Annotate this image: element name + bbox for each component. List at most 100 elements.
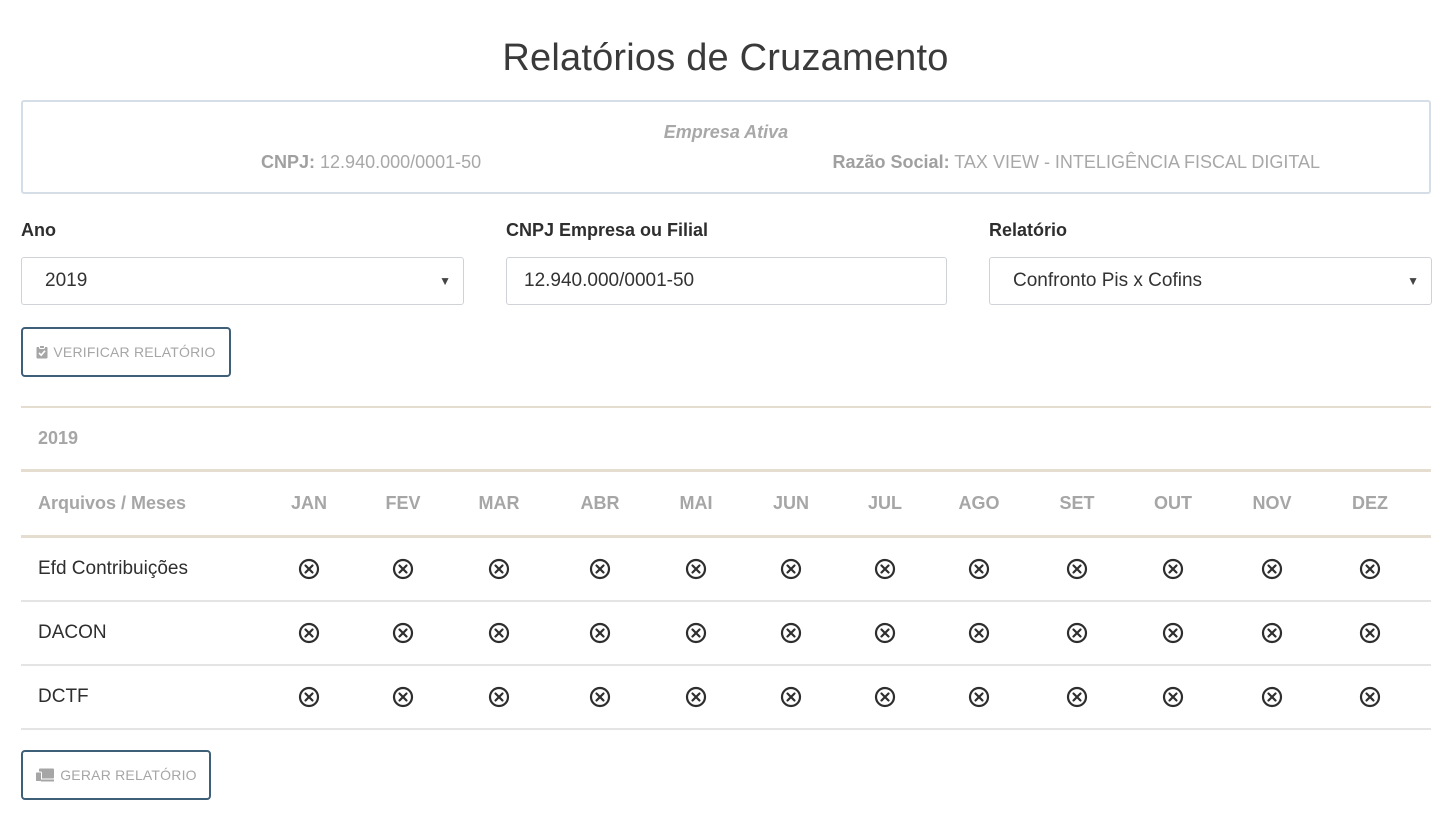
circle-x-icon <box>1066 558 1088 580</box>
page-title: Relatórios de Cruzamento <box>502 37 949 80</box>
circle-x-icon <box>780 622 802 644</box>
generate-report-button[interactable]: GERAR RELATÓRIO <box>21 750 211 800</box>
status-cell <box>1340 538 1400 600</box>
status-cell <box>666 602 726 664</box>
month-header-set: SET <box>1059 493 1095 513</box>
circle-x-icon <box>589 622 611 644</box>
status-cell <box>949 602 1009 664</box>
circle-x-icon <box>874 686 896 708</box>
circle-x-icon <box>1359 686 1381 708</box>
company-razao-label: Razão Social: <box>832 152 950 172</box>
status-cell <box>469 602 529 664</box>
month-header-jul: JUL <box>867 493 902 513</box>
circle-x-icon <box>874 558 896 580</box>
status-cell <box>570 538 630 600</box>
status-cell <box>469 538 529 600</box>
page: Relatórios de Cruzamento Empresa Ativa C… <box>0 0 1451 825</box>
table-row: DCTF <box>21 666 1431 730</box>
circle-x-icon <box>1261 686 1283 708</box>
circle-x-icon <box>488 622 510 644</box>
status-cell <box>666 666 726 728</box>
circle-x-icon <box>488 686 510 708</box>
status-cell <box>1143 538 1203 600</box>
circle-x-icon <box>298 622 320 644</box>
circle-x-icon <box>589 558 611 580</box>
chevron-down-icon: ▼ <box>1407 274 1419 288</box>
relatorio-select[interactable]: Confronto Pis x Cofins ▼ <box>989 257 1432 305</box>
status-cell <box>1047 666 1107 728</box>
circle-x-icon <box>685 558 707 580</box>
company-cnpj: CNPJ: 12.940.000/0001-50 <box>261 152 481 173</box>
status-cell <box>570 666 630 728</box>
circle-x-icon <box>968 686 990 708</box>
active-company-panel: Empresa Ativa CNPJ: 12.940.000/0001-50 R… <box>21 100 1431 194</box>
status-cell <box>279 602 339 664</box>
circle-x-icon <box>968 622 990 644</box>
status-cell <box>1143 666 1203 728</box>
status-cell <box>855 602 915 664</box>
ano-select[interactable]: 2019 ▼ <box>21 257 464 305</box>
cnpj-input-value: 12.940.000/0001-50 <box>524 270 695 291</box>
status-cell <box>855 538 915 600</box>
month-header-jan: JAN <box>290 493 327 513</box>
ano-select-value: 2019 <box>45 270 88 291</box>
grid-header-row: Arquivos / Meses JAN FEV MAR ABR MAI JUN JUL AG… <box>21 472 1431 538</box>
circle-x-icon <box>780 686 802 708</box>
month-header-ago: AGO <box>958 493 1000 513</box>
status-cell <box>761 538 821 600</box>
circle-x-icon <box>874 622 896 644</box>
circle-x-icon <box>1162 622 1184 644</box>
generate-report-label: GERAR RELATÓRIO <box>60 767 197 783</box>
status-cell <box>279 666 339 728</box>
month-header-abr: ABR <box>580 493 620 513</box>
status-cell <box>373 666 433 728</box>
circle-x-icon <box>589 686 611 708</box>
month-header-out: OUT <box>1154 493 1192 513</box>
table-row: DACON <box>21 602 1431 666</box>
status-cell <box>373 602 433 664</box>
status-cell <box>570 602 630 664</box>
computer-icon <box>35 768 55 782</box>
circle-x-icon <box>1162 686 1184 708</box>
company-razao-social: Razão Social: TAX VIEW - INTELIGÊNCIA FI… <box>833 152 1320 173</box>
active-company-heading: Empresa Ativa <box>663 122 789 142</box>
year-section: 2019 <box>21 406 1431 472</box>
cnpj-field-label: CNPJ Empresa ou Filial <box>506 220 709 240</box>
ano-label: Ano <box>21 220 56 240</box>
month-header-mai: MAI <box>679 493 713 513</box>
month-header-nov: NOV <box>1252 493 1292 513</box>
status-cell <box>1242 666 1302 728</box>
verify-report-button[interactable]: VERIFICAR RELATÓRIO <box>21 327 231 377</box>
circle-x-icon <box>1359 622 1381 644</box>
status-cell <box>373 538 433 600</box>
circle-x-icon <box>392 558 414 580</box>
verify-report-label: VERIFICAR RELATÓRIO <box>53 344 216 360</box>
grid-corner-header: Arquivos / Meses <box>38 493 187 513</box>
circle-x-icon <box>392 622 414 644</box>
circle-x-icon <box>1261 558 1283 580</box>
status-cell <box>949 666 1009 728</box>
status-cell <box>949 538 1009 600</box>
clipboard-check-icon <box>36 345 48 359</box>
status-cell <box>666 538 726 600</box>
year-section-label: 2019 <box>38 428 79 448</box>
circle-x-icon <box>1066 622 1088 644</box>
relatorio-label: Relatório <box>989 220 1068 240</box>
status-cell <box>1340 666 1400 728</box>
circle-x-icon <box>685 622 707 644</box>
month-header-fev: FEV <box>385 493 421 513</box>
month-header-dez: DEZ <box>1352 493 1388 513</box>
circle-x-icon <box>488 558 510 580</box>
status-cell <box>279 538 339 600</box>
status-cell <box>1143 602 1203 664</box>
circle-x-icon <box>780 558 802 580</box>
files-by-month-grid: Arquivos / Meses JAN FEV MAR ABR MAI JUN JUL AG… <box>21 472 1431 730</box>
row-label: DACON <box>38 622 107 643</box>
row-label: Efd Contribuições <box>38 558 188 579</box>
circle-x-icon <box>685 686 707 708</box>
cnpj-input[interactable]: 12.940.000/0001-50 <box>506 257 947 305</box>
status-cell <box>761 666 821 728</box>
row-label: DCTF <box>38 686 89 707</box>
status-cell <box>469 666 529 728</box>
circle-x-icon <box>968 558 990 580</box>
